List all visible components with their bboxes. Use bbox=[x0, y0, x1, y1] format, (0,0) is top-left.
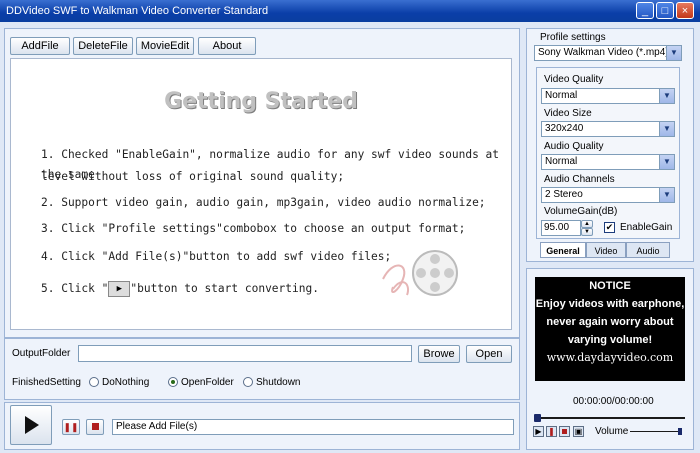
play-glyph-icon: ▶ bbox=[108, 281, 131, 297]
chevron-down-icon: ▼ bbox=[659, 188, 674, 202]
notice-line-1: Enjoy videos with earphone, bbox=[535, 298, 685, 310]
enable-gain-label: EnableGain bbox=[620, 222, 673, 233]
preview-stop-button[interactable] bbox=[559, 426, 570, 437]
pause-button[interactable]: ❚❚ bbox=[62, 419, 80, 435]
radio-shutdown[interactable] bbox=[243, 377, 253, 387]
chevron-down-icon: ▼ bbox=[659, 122, 674, 136]
volume-slider[interactable] bbox=[630, 428, 682, 435]
volume-label: Volume bbox=[595, 426, 629, 437]
volume-gain-down-button[interactable]: ▼ bbox=[581, 228, 593, 236]
notice-line-2: never again worry about bbox=[546, 316, 674, 328]
checkmark-icon: ✔ bbox=[605, 222, 614, 232]
settings-tabs: General Video Audio bbox=[540, 242, 680, 258]
browse-button[interactable]: Browe bbox=[418, 345, 460, 363]
audio-quality-value: Normal bbox=[545, 156, 578, 167]
video-quality-label: Video Quality bbox=[544, 74, 604, 85]
step-2: 2. Support video gain, audio gain, mp3ga… bbox=[41, 196, 486, 209]
output-folder-input[interactable] bbox=[78, 345, 412, 362]
pause-icon: ❚ bbox=[548, 427, 555, 436]
add-file-button[interactable]: AddFile bbox=[10, 37, 70, 55]
play-icon bbox=[25, 416, 39, 434]
movie-edit-button[interactable]: MovieEdit bbox=[136, 37, 194, 55]
tab-general[interactable]: General bbox=[540, 242, 586, 258]
video-size-value: 320x240 bbox=[545, 123, 584, 134]
pause-icon: ❚❚ bbox=[63, 422, 79, 432]
getting-started-area: Getting Started 1. Checked "EnableGain",… bbox=[10, 58, 512, 330]
video-size-select[interactable]: 320x240 ▼ bbox=[541, 121, 675, 137]
profile-select[interactable]: Sony Walkman Video (*.mp4) ▼ bbox=[534, 45, 682, 61]
tab-video[interactable]: Video bbox=[586, 242, 626, 258]
step-3: 3. Click "Profile settings"combobox to c… bbox=[41, 222, 466, 235]
maximize-button[interactable]: □ bbox=[656, 2, 674, 19]
profile-select-value: Sony Walkman Video (*.mp4) bbox=[538, 47, 669, 58]
camera-icon: ▣ bbox=[574, 427, 583, 436]
player-time: 00:00:00/00:00:00 bbox=[573, 396, 654, 407]
audio-channels-value: 2 Stereo bbox=[545, 189, 583, 200]
chevron-down-icon: ▼ bbox=[659, 89, 674, 103]
preview-play-button[interactable]: ▶ bbox=[533, 426, 544, 437]
stop-icon bbox=[562, 429, 567, 434]
chevron-down-icon: ▼ bbox=[659, 155, 674, 169]
play-icon: ▶ bbox=[535, 427, 542, 436]
start-convert-button[interactable] bbox=[10, 405, 52, 445]
notice-title: NOTICE bbox=[589, 280, 631, 292]
audio-quality-select[interactable]: Normal ▼ bbox=[541, 154, 675, 170]
status-bar: Please Add File(s) bbox=[112, 419, 514, 435]
tab-audio[interactable]: Audio bbox=[626, 242, 670, 258]
step-1-cont: level without loss of original sound qua… bbox=[41, 170, 345, 183]
finished-setting-label: FinishedSetting bbox=[12, 377, 81, 388]
volume-gain-input[interactable]: 95.00 bbox=[541, 220, 581, 236]
snapshot-button[interactable]: ▣ bbox=[573, 426, 584, 437]
stop-button[interactable] bbox=[86, 419, 104, 435]
caret-up-icon: ▲ bbox=[584, 221, 590, 227]
audio-quality-label: Audio Quality bbox=[544, 141, 604, 152]
output-folder-label: OutputFolder bbox=[12, 348, 71, 359]
getting-started-title: Getting Started bbox=[164, 89, 358, 114]
window-title: DDVideo SWF to Walkman Video Converter S… bbox=[6, 5, 269, 17]
minimize-button[interactable]: _ bbox=[636, 2, 654, 19]
shutdown-label: Shutdown bbox=[256, 377, 301, 388]
title-bar: DDVideo SWF to Walkman Video Converter S… bbox=[0, 0, 700, 22]
caret-down-icon: ▼ bbox=[584, 229, 590, 235]
open-folder-label: OpenFolder bbox=[181, 377, 234, 388]
audio-channels-select[interactable]: 2 Stereo ▼ bbox=[541, 187, 675, 203]
open-button[interactable]: Open bbox=[466, 345, 512, 363]
stop-icon bbox=[91, 423, 99, 430]
chevron-down-icon: ▼ bbox=[666, 46, 681, 60]
step-5-prefix: 5. Click " bbox=[41, 282, 109, 295]
step-5-suffix: "button to start converting. bbox=[130, 282, 319, 295]
close-button[interactable]: × bbox=[676, 2, 694, 19]
film-reel-icon bbox=[382, 250, 458, 296]
notice-url[interactable]: www.daydayvideo.com bbox=[535, 349, 685, 367]
enable-gain-checkbox[interactable]: ✔ bbox=[604, 222, 615, 233]
radio-do-nothing[interactable] bbox=[89, 377, 99, 387]
volume-handle[interactable] bbox=[678, 428, 682, 435]
preview-panel: NOTICE Enjoy videos with earphone, never… bbox=[526, 268, 694, 450]
volume-gain-label: VolumeGain(dB) bbox=[544, 206, 618, 217]
preview-pause-button[interactable]: ❚ bbox=[546, 426, 557, 437]
audio-channels-label: Audio Channels bbox=[544, 174, 615, 185]
video-size-label: Video Size bbox=[544, 108, 592, 119]
radio-open-folder[interactable] bbox=[168, 377, 178, 387]
video-quality-select[interactable]: Normal ▼ bbox=[541, 88, 675, 104]
volume-gain-up-button[interactable]: ▲ bbox=[581, 220, 593, 228]
notice-line-3: varying volume! bbox=[567, 334, 653, 346]
video-quality-value: Normal bbox=[545, 90, 578, 101]
do-nothing-label: DoNothing bbox=[102, 377, 150, 388]
notice-box: NOTICE Enjoy videos with earphone, never… bbox=[535, 277, 685, 381]
profile-settings-label: Profile settings bbox=[540, 32, 606, 43]
seek-handle[interactable] bbox=[534, 414, 541, 422]
seek-bar[interactable] bbox=[534, 414, 685, 422]
delete-file-button[interactable]: DeleteFile bbox=[73, 37, 133, 55]
about-button[interactable]: About bbox=[198, 37, 256, 55]
